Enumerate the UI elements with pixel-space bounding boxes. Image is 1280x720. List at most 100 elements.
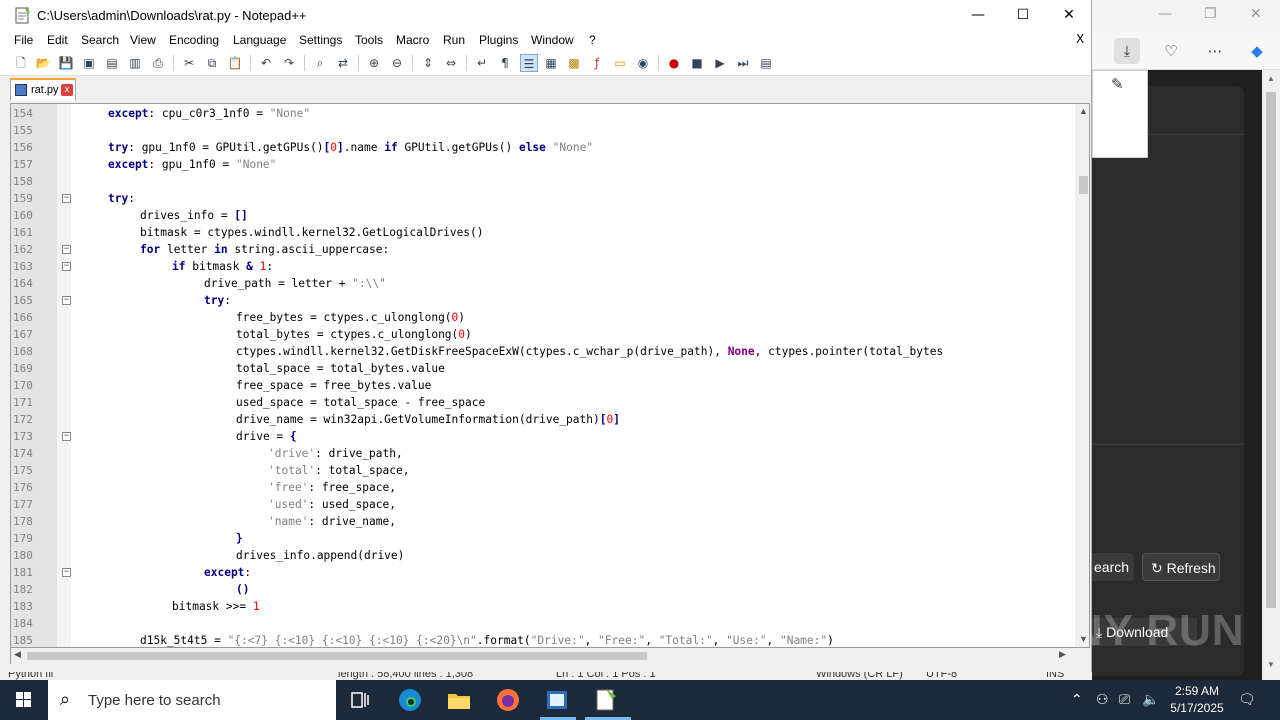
tab-bar: rat.py x <box>0 76 1091 101</box>
scrollbar-thumb[interactable] <box>27 652 647 660</box>
fold-marker-icon[interactable]: − <box>62 262 71 271</box>
clock-time: 2:59 AM <box>1174 684 1220 698</box>
browser-restore-icon[interactable]: ❐ <box>1204 6 1217 22</box>
notepadpp-taskbar-icon[interactable] <box>592 686 620 714</box>
browser-essentials-icon[interactable]: ♡ <box>1158 38 1184 64</box>
play-multiple-macro-icon[interactable]: ⏭ <box>734 54 752 72</box>
find-icon[interactable]: ⌕ <box>311 54 329 72</box>
monitoring-icon[interactable]: ◉ <box>634 54 652 72</box>
udl-icon[interactable]: ▦ <box>542 54 560 72</box>
menu-settings[interactable]: Settings <box>299 33 342 47</box>
system-clock[interactable]: 2:59 AM 5/17/2025 <box>1162 683 1232 717</box>
save-all-icon[interactable]: ▣ <box>80 54 98 72</box>
line-number: 158 <box>13 175 33 188</box>
volume-icon[interactable]: 🔈 <box>1142 692 1159 708</box>
scroll-down-icon[interactable]: ▼ <box>1079 634 1088 644</box>
browser-close-icon[interactable]: ✕ <box>1250 6 1262 22</box>
redo-icon[interactable]: ↷ <box>280 54 298 72</box>
network-icon[interactable]: ⎚ <box>1119 692 1130 708</box>
zoom-in-icon[interactable]: ⊕ <box>365 54 383 72</box>
scroll-up-icon[interactable]: ▲ <box>1262 74 1280 83</box>
menu-plugins[interactable]: Plugins <box>479 33 518 47</box>
browser-minimize-icon[interactable]: — <box>1158 6 1172 22</box>
browser-scrollbar[interactable]: ▲ ▼ <box>1262 70 1280 680</box>
code-editor[interactable]: 154 except: cpu_c0r3_1nf0 = "None" 155 156 t… <box>10 103 1090 648</box>
maximize-button[interactable]: ☐ <box>1000 0 1046 30</box>
notifications-icon[interactable]: 🗨 <box>1238 692 1256 708</box>
fold-marker-icon[interactable]: − <box>62 432 71 441</box>
fold-marker-icon[interactable]: − <box>62 296 71 305</box>
indent-guide-icon[interactable]: ☰ <box>520 54 538 72</box>
tab-rat-py[interactable]: rat.py x <box>10 78 76 101</box>
scrollbar-thumb[interactable] <box>1079 176 1088 194</box>
undo-icon[interactable]: ↶ <box>257 54 275 72</box>
code-line: 164 drive_path = letter + ":\\" <box>11 275 1075 292</box>
status-insert-mode: INS <box>1046 672 1065 680</box>
save-icon[interactable]: 💾 <box>57 54 75 72</box>
editor-horizontal-scrollbar[interactable]: ◀ ▶ <box>10 648 1070 664</box>
zoom-out-icon[interactable]: ⊖ <box>388 54 406 72</box>
scroll-up-icon[interactable]: ▲ <box>1079 106 1088 116</box>
search-button[interactable]: earch <box>1092 553 1134 581</box>
menu-edit[interactable]: Edit <box>47 33 68 47</box>
copilot-icon[interactable]: ◆ <box>1244 38 1270 64</box>
doc-map-icon[interactable]: ▩ <box>565 54 583 72</box>
pin-icon[interactable]: ✎ <box>1111 75 1124 93</box>
more-options-icon[interactable]: ⋯ <box>1202 38 1228 64</box>
scroll-left-icon[interactable]: ◀ <box>14 649 21 660</box>
fold-marker-icon[interactable]: − <box>62 568 71 577</box>
folder-workspace-icon[interactable]: ▭ <box>611 54 629 72</box>
fold-marker-icon[interactable]: − <box>62 194 71 203</box>
menu-view[interactable]: View <box>130 33 156 47</box>
close-all-icon[interactable]: ▥ <box>126 54 144 72</box>
save-macro-icon[interactable]: ▤ <box>757 54 775 72</box>
paste-icon[interactable]: 📋 <box>226 54 244 72</box>
editor-vertical-scrollbar[interactable]: ▲ ▼ <box>1075 104 1089 647</box>
tray-expand-icon[interactable]: ⌃ <box>1071 692 1083 708</box>
word-wrap-icon[interactable]: ↵ <box>473 54 491 72</box>
fold-marker-icon[interactable]: − <box>62 245 71 254</box>
play-macro-icon[interactable]: ▶ <box>711 54 729 72</box>
tab-close-icon[interactable]: x <box>61 84 73 96</box>
sync-vertical-icon[interactable]: ⇕ <box>419 54 437 72</box>
close-file-icon[interactable]: ▤ <box>103 54 121 72</box>
close-button[interactable]: ✕ <box>1046 0 1092 30</box>
menu-help[interactable]: ? <box>589 33 596 47</box>
menu-tools[interactable]: Tools <box>355 33 383 47</box>
sync-horizontal-icon[interactable]: ⇔ <box>442 54 460 72</box>
menu-file[interactable]: File <box>14 33 33 47</box>
record-macro-icon[interactable]: ● <box>665 54 683 72</box>
replace-icon[interactable]: ⇄ <box>334 54 352 72</box>
copy-icon[interactable]: ⧉ <box>203 54 221 72</box>
tab-label: rat.py <box>31 84 59 96</box>
menu-window[interactable]: Window <box>531 33 574 47</box>
scroll-right-icon[interactable]: ▶ <box>1059 649 1066 660</box>
refresh-button[interactable]: ↻ Refresh <box>1142 553 1220 581</box>
menu-language[interactable]: Language <box>233 33 286 47</box>
scrollbar-thumb[interactable] <box>1266 92 1276 608</box>
new-file-icon[interactable]: 🗋 <box>12 54 30 72</box>
menu-encoding[interactable]: Encoding <box>169 33 219 47</box>
cut-icon[interactable]: ✂ <box>180 54 198 72</box>
code-line: 177 'used': used_space, <box>11 496 1075 513</box>
menu-macro[interactable]: Macro <box>396 33 429 47</box>
terminal-app-icon[interactable] <box>543 686 571 714</box>
show-all-chars-icon[interactable]: ¶ <box>496 54 514 72</box>
windows-start-icon[interactable] <box>0 680 48 720</box>
open-file-icon[interactable]: 📂 <box>34 54 52 72</box>
task-view-icon[interactable] <box>346 686 374 714</box>
scroll-down-icon[interactable]: ▼ <box>1262 660 1280 669</box>
menu-run[interactable]: Run <box>443 33 465 47</box>
menu-search[interactable]: Search <box>81 33 119 47</box>
close-document-icon[interactable]: X <box>1076 32 1084 46</box>
downloads-icon[interactable]: ⤓ <box>1114 38 1140 64</box>
taskbar-search-box[interactable]: ⌕ Type here to search <box>48 680 336 720</box>
print-icon[interactable]: ⎙ <box>149 54 167 72</box>
file-explorer-icon[interactable] <box>445 686 473 714</box>
edge-browser-icon[interactable] <box>396 686 424 714</box>
stop-macro-icon[interactable]: ■ <box>688 54 706 72</box>
minimize-button[interactable]: — <box>955 0 1001 30</box>
firefox-icon[interactable] <box>494 686 522 714</box>
function-list-icon[interactable]: ƒ <box>588 54 606 72</box>
security-icon[interactable]: ⚇ <box>1096 692 1109 708</box>
